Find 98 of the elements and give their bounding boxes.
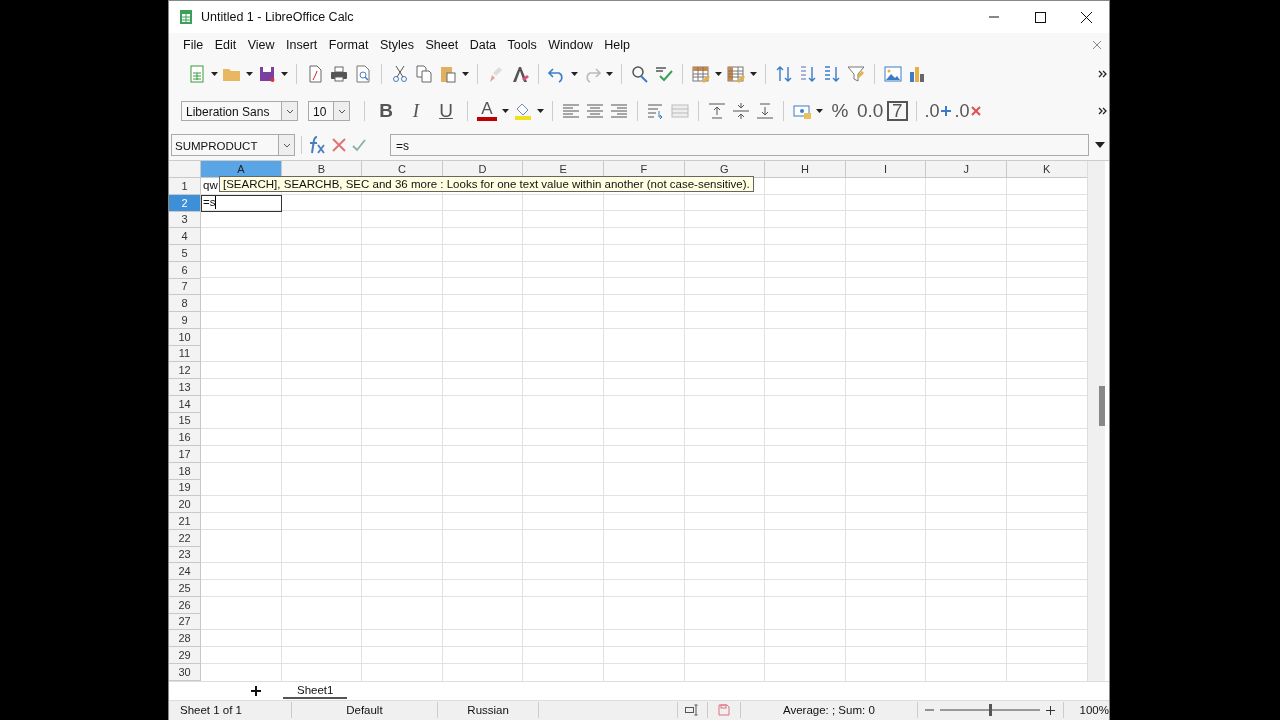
plus-icon [940,105,951,117]
clipboard-icon[interactable] [438,64,458,84]
align-right-icon[interactable] [609,101,629,121]
row-header[interactable]: 25 [169,580,201,597]
dropdown-button[interactable] [279,134,295,156]
printer-icon[interactable] [329,64,349,84]
add-sheet-icon[interactable] [251,685,261,696]
column-header[interactable]: H [765,161,846,178]
italic-button[interactable]: I [403,100,429,122]
percent-format-button[interactable]: % [827,100,853,122]
dropdown-button[interactable] [282,101,298,121]
scissors-icon[interactable] [390,64,410,84]
vertical-scrollbar[interactable] [1086,161,1105,681]
align-middle-icon[interactable] [731,101,751,121]
column-header[interactable]: I [845,161,927,178]
font-size-field[interactable]: 10 [308,101,334,121]
floppy-icon[interactable] [257,64,277,84]
align-center-icon[interactable] [585,101,605,121]
cancel-icon[interactable] [332,138,346,152]
delete-icon [970,105,981,117]
preview-icon[interactable] [353,64,373,84]
table-cell-text: =s [203,194,216,210]
menu-item[interactable]: Help [598,35,636,54]
search-icon[interactable] [630,64,650,84]
status-text: Default [346,704,383,717]
row-header[interactable]: 28 [169,630,201,647]
spellcheck-icon[interactable] [654,64,674,84]
menu-item[interactable]: Insert [280,35,324,54]
align-left-icon[interactable] [561,101,581,121]
window-title: Untitled 1 - LibreOffice Calc [201,10,354,24]
status-text: Sheet 1 of 1 [180,704,243,717]
delete-decimal-button[interactable]: .0 [954,100,970,122]
menu-item[interactable]: Sheet [419,35,465,54]
menu-item[interactable]: Format [322,35,375,54]
date-format-button[interactable]: 7 [887,101,908,121]
row-header[interactable]: 12 [169,362,201,379]
merge-cells-icon[interactable] [670,101,690,121]
close-icon[interactable] [1080,11,1092,23]
add-decimal-button[interactable]: .0 [924,100,940,122]
bold-button[interactable]: B [373,100,399,122]
eraser-icon[interactable] [510,64,530,84]
function-wizard-icon[interactable] [308,135,326,155]
row-header[interactable]: 13 [169,379,201,396]
maximize-icon[interactable] [1034,11,1046,23]
function-tooltip: [SEARCH], SEARCHB, SEC and 36 more : Looks for one text value within another (not case-sensitive). [219,176,754,192]
menu-item[interactable]: Styles [373,35,420,54]
document-modified-icon[interactable] [717,704,730,717]
number-format-button[interactable]: 0.0 [857,100,883,122]
menu-item[interactable]: Data [463,35,503,54]
row-header[interactable]: 21 [169,513,201,530]
app-icon [179,10,193,24]
zoom-slider-thumb[interactable] [989,704,993,717]
dropdown-button[interactable] [334,101,350,121]
column-header[interactable]: A [201,161,282,178]
table-cell-text: qw [203,178,218,193]
table-column-icon[interactable] [726,64,746,84]
row-header[interactable]: 17 [169,446,201,463]
sort-descending-icon[interactable] [822,64,842,84]
expand-icon[interactable] [1095,142,1105,148]
menu-item[interactable]: Edit [208,35,243,54]
row-header[interactable]: 24 [169,563,201,580]
row-header[interactable]: 1 [169,178,201,195]
row-header[interactable]: 29 [169,647,201,664]
name-box[interactable]: SUMPRODUCT [171,134,279,156]
caret-icon [282,141,291,149]
menu-item[interactable]: Window [542,35,599,54]
column-header[interactable]: J [926,161,1007,178]
menu-item[interactable]: View [241,35,281,54]
accept-icon[interactable] [352,138,366,152]
table-row-icon[interactable] [691,64,711,84]
image-icon[interactable] [883,64,903,84]
formula-input-field[interactable]: =s [390,134,1089,156]
close-document-icon[interactable] [1092,39,1102,50]
sort-icon[interactable] [774,64,794,84]
scrollbar-thumb[interactable] [1098,386,1105,426]
row-header[interactable]: 4 [169,228,201,245]
menu-item[interactable]: Tools [501,35,543,54]
row-header[interactable]: 20 [169,496,201,513]
chart-icon[interactable] [907,64,927,84]
caret-icon [337,107,346,115]
status-text: Average: ; Sum: 0 [782,704,875,717]
zoom-in-icon[interactable] [1046,705,1056,715]
caret-icon [285,107,294,115]
underline-button[interactable]: U [433,100,459,122]
column-header[interactable]: K [1006,161,1088,178]
row-header[interactable]: 9 [169,312,201,329]
row-header[interactable]: 8 [169,295,201,312]
filter-icon[interactable] [846,64,866,84]
menu-item[interactable]: File [177,35,210,54]
font-name-field[interactable]: Liberation Sans [181,101,282,121]
selection-mode-icon[interactable] [685,704,700,717]
row-header[interactable]: 16 [169,429,201,446]
sort-ascending-icon[interactable] [798,64,818,84]
copy-icon[interactable] [414,64,434,84]
status-text: Russian [467,704,509,717]
zoom-percent[interactable]: 100% [1079,704,1109,717]
row-header[interactable]: 5 [169,245,201,262]
font-color-button[interactable]: A [476,101,498,121]
